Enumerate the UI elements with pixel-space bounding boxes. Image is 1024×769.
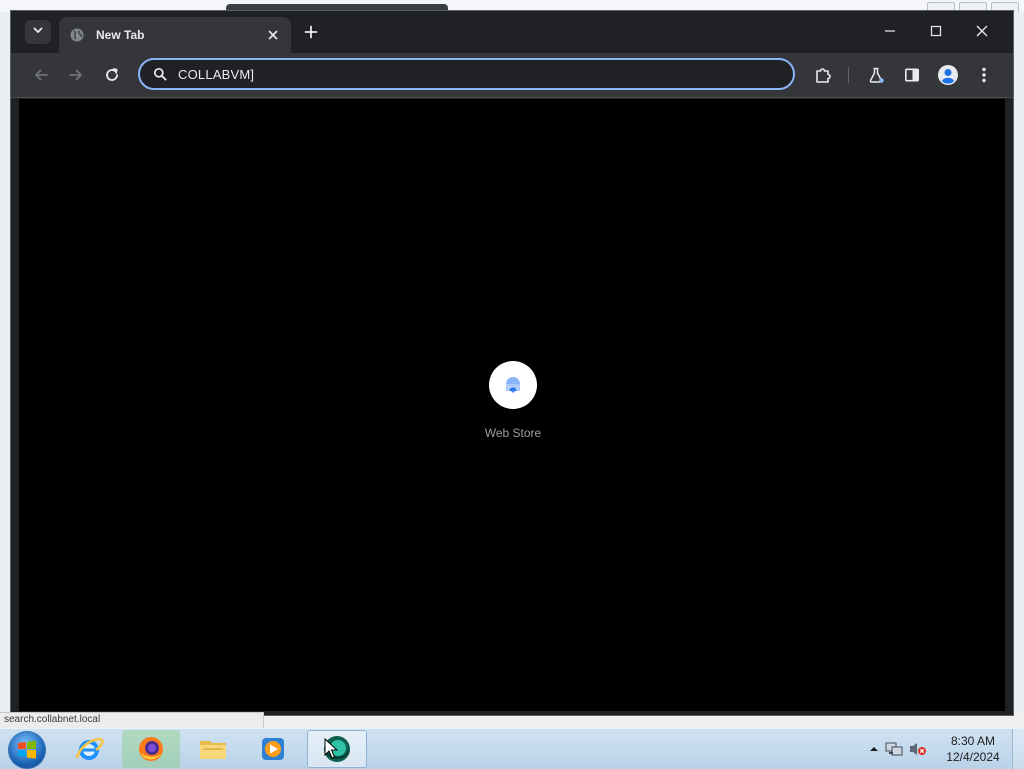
network-icon[interactable]	[882, 741, 906, 757]
tab-close-button[interactable]	[261, 23, 285, 47]
tab-title: New Tab	[96, 28, 145, 42]
shortcut-tile[interactable]	[489, 361, 537, 409]
taskbar-media-player[interactable]	[244, 730, 302, 768]
search-icon	[150, 64, 170, 84]
puzzle-icon	[816, 68, 831, 83]
side-panel-icon	[904, 68, 919, 82]
maximize-button[interactable]	[913, 15, 959, 47]
system-tray	[866, 729, 930, 769]
start-button[interactable]	[8, 731, 46, 769]
taskbar-internet-explorer[interactable]	[60, 730, 118, 768]
volume-muted-icon[interactable]	[906, 741, 930, 757]
tab-strip: New Tab	[11, 11, 1013, 53]
more-vertical-icon	[982, 67, 986, 83]
labs-button[interactable]	[862, 61, 890, 89]
minimize-icon	[885, 30, 895, 32]
close-icon	[976, 25, 988, 37]
taskbar-clock[interactable]: 8:30 AM 12/4/2024	[940, 733, 1006, 765]
browser-window: New Tab COLLABVM] Web Store	[10, 10, 1014, 716]
chevron-down-icon	[32, 23, 44, 41]
toolbar-separator	[848, 67, 849, 83]
browser-toolbar: COLLABVM]	[11, 53, 1013, 98]
extensions-button[interactable]	[809, 61, 837, 89]
new-tab-button[interactable]	[299, 20, 323, 44]
taskbar: 8:30 AM 12/4/2024	[0, 728, 1024, 769]
menu-button[interactable]	[970, 61, 998, 89]
avatar-icon	[938, 65, 958, 85]
flask-icon	[869, 67, 884, 83]
globe-icon	[69, 27, 85, 43]
profile-button[interactable]	[934, 61, 962, 89]
windows-logo-icon	[18, 740, 36, 759]
arrow-left-icon	[35, 69, 48, 81]
tab-new-tab[interactable]: New Tab	[59, 17, 291, 53]
clock-date: 12/4/2024	[946, 750, 1000, 764]
close-icon	[268, 30, 278, 40]
status-bar: search.collabnet.local	[0, 712, 264, 728]
forward-button[interactable]	[62, 61, 90, 89]
back-button[interactable]	[27, 61, 55, 89]
media-player-icon	[262, 738, 284, 760]
address-bar-text[interactable]: COLLABVM]	[178, 67, 254, 82]
taskbar-file-explorer[interactable]	[184, 730, 242, 768]
folder-icon	[200, 741, 226, 759]
plus-icon	[304, 25, 318, 39]
web-store-icon	[506, 377, 520, 393]
mouse-cursor	[324, 737, 339, 760]
maximize-icon	[930, 25, 942, 37]
side-panel-button[interactable]	[898, 61, 926, 89]
show-desktop-button[interactable]	[1012, 729, 1024, 769]
tab-search-button[interactable]	[25, 20, 51, 44]
new-tab-page: Web Store	[19, 99, 1005, 711]
address-bar[interactable]: COLLABVM]	[138, 58, 795, 90]
reload-button[interactable]	[98, 61, 126, 89]
shortcut-label: Web Store	[484, 426, 542, 440]
reload-icon	[106, 68, 118, 81]
clock-time: 8:30 AM	[950, 734, 996, 748]
firefox-icon	[139, 737, 163, 761]
taskbar-firefox[interactable]	[122, 730, 180, 768]
internet-explorer-icon	[75, 738, 104, 760]
minimize-button[interactable]	[867, 15, 913, 47]
shortcut-web-store[interactable]: Web Store	[471, 361, 555, 440]
close-window-button[interactable]	[959, 15, 1005, 47]
tray-expand-icon[interactable]	[866, 745, 882, 753]
arrow-right-icon	[69, 69, 82, 81]
